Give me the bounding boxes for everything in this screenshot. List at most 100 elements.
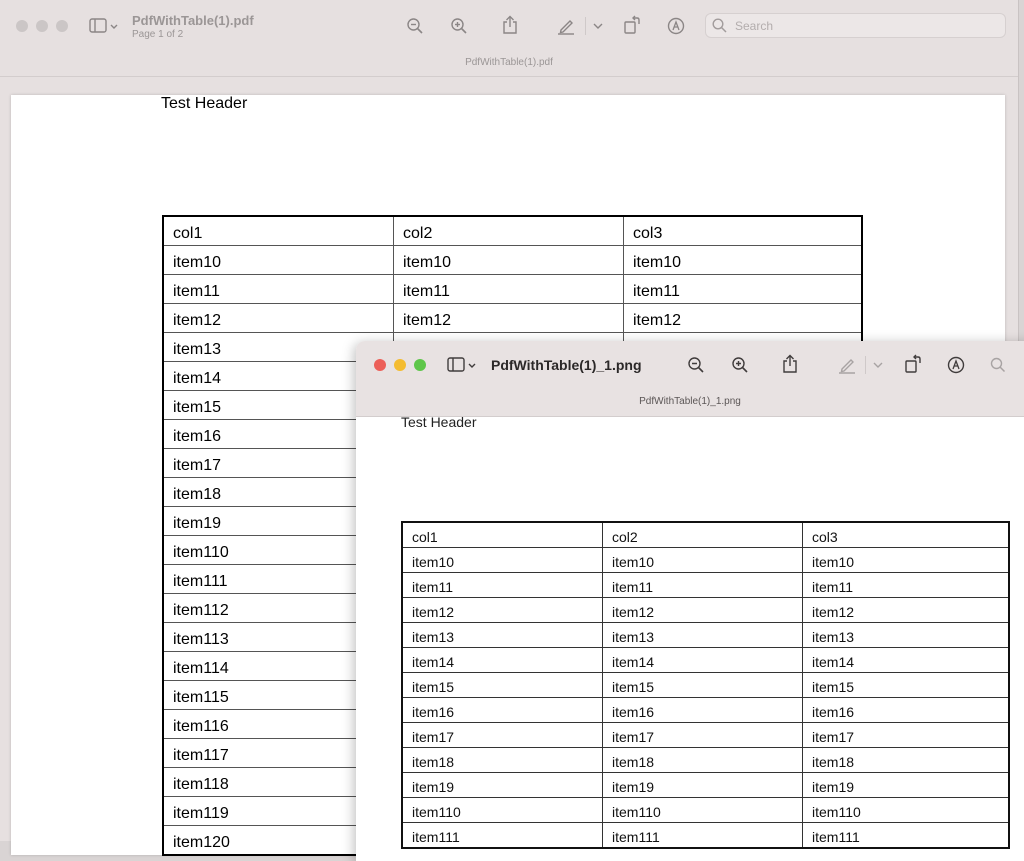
markup-button[interactable] xyxy=(555,15,577,37)
table-cell: item111 xyxy=(602,822,803,849)
table-cell: item11 xyxy=(393,274,624,304)
table-header-row: col1 col2 col3 xyxy=(401,521,1010,548)
table-row: item18 item18 item18 xyxy=(401,747,1010,773)
table-header-cell: col3 xyxy=(802,521,1010,548)
share-button[interactable] xyxy=(499,14,521,36)
share-button[interactable] xyxy=(779,353,801,375)
table-cell: item13 xyxy=(802,622,1010,648)
table-cell: item10 xyxy=(602,547,803,573)
table-row: item11 item11 item11 xyxy=(162,274,863,304)
annotate-circle-icon xyxy=(667,17,685,35)
sidebar-toggle-button[interactable] xyxy=(88,15,120,37)
table-cell: item16 xyxy=(802,697,1010,723)
zoom-out-icon xyxy=(407,18,423,34)
toolbar-separator xyxy=(0,76,1018,77)
zoom-out-button[interactable] xyxy=(685,354,707,376)
table-cell: item13 xyxy=(602,622,803,648)
document-caption: PdfWithTable(1).pdf xyxy=(465,57,553,68)
table-cell: item19 xyxy=(401,772,603,798)
sidebar-toggle-button[interactable] xyxy=(446,354,478,376)
chevron-down-icon xyxy=(873,362,883,368)
search-icon xyxy=(990,357,1006,373)
markup-menu-button[interactable] xyxy=(589,15,607,37)
table-cell: item110 xyxy=(802,797,1010,823)
table-row: item11 item11 item11 xyxy=(401,572,1010,598)
page-indicator: Page 1 of 2 xyxy=(132,29,184,40)
markup-pen-icon xyxy=(558,20,574,35)
png-window-toolbar: PdfWithTable(1)_1.png PdfWithTable(1)_1.… xyxy=(356,341,1024,417)
close-button[interactable] xyxy=(16,20,28,32)
zoom-out-icon xyxy=(688,357,704,373)
zoom-out-button[interactable] xyxy=(404,15,426,37)
table-cell: item14 xyxy=(802,647,1010,673)
table-row: item15 item15 item15 xyxy=(401,672,1010,698)
table-header-cell: col1 xyxy=(162,215,394,246)
search-field[interactable] xyxy=(705,13,1006,38)
annotate-button[interactable] xyxy=(665,15,687,37)
table-cell: item18 xyxy=(401,747,603,773)
pdf-title-block: PdfWithTable(1).pdf Page 1 of 2 xyxy=(132,13,254,40)
minimize-button[interactable] xyxy=(36,20,48,32)
window-controls xyxy=(374,359,426,371)
table-cell: item11 xyxy=(401,572,603,598)
table-row: item17 item17 item17 xyxy=(401,722,1010,748)
sidebar-icon xyxy=(447,357,476,372)
table-cell: item17 xyxy=(802,722,1010,748)
table-cell: item12 xyxy=(162,303,394,333)
table-cell: item110 xyxy=(602,797,803,823)
zoom-in-button[interactable] xyxy=(448,15,470,37)
pdf-window-toolbar: PdfWithTable(1).pdf Page 1 of 2 xyxy=(0,0,1018,52)
minimize-button[interactable] xyxy=(394,359,406,371)
table-cell: item11 xyxy=(623,274,863,304)
table-cell: item19 xyxy=(602,772,803,798)
annotate-circle-icon xyxy=(947,356,965,374)
table-header-cell: col1 xyxy=(401,521,603,548)
zoom-in-icon xyxy=(451,18,467,34)
rotate-button[interactable] xyxy=(621,14,643,36)
data-table: col1 col2 col3 item10 item10 item10 item11 item… xyxy=(401,521,1010,849)
table-cell: item14 xyxy=(602,647,803,673)
page-header-text: Test Header xyxy=(161,95,248,112)
search-icon xyxy=(712,18,727,33)
zoom-button[interactable] xyxy=(56,20,68,32)
markup-button[interactable] xyxy=(836,354,858,376)
zoom-button[interactable] xyxy=(414,359,426,371)
table-cell: item12 xyxy=(393,303,624,333)
table-cell: item10 xyxy=(401,547,603,573)
table-cell: item16 xyxy=(602,697,803,723)
sidebar-icon xyxy=(89,18,118,33)
rotate-button[interactable] xyxy=(902,353,924,375)
table-cell: item16 xyxy=(401,697,603,723)
search-button[interactable] xyxy=(987,354,1009,376)
markup-pen-icon xyxy=(839,359,855,374)
table-cell: item11 xyxy=(802,572,1010,598)
png-image-view: Test Header col1 col2 col3 item10 item10 item… xyxy=(356,414,1024,861)
table-cell: item19 xyxy=(802,772,1010,798)
table-row: item13 item13 item13 xyxy=(401,622,1010,648)
table-cell: item13 xyxy=(401,622,603,648)
annotate-button[interactable] xyxy=(945,354,967,376)
table-header-cell: col2 xyxy=(393,215,624,246)
table-row: item16 item16 item16 xyxy=(401,697,1010,723)
table-cell: item15 xyxy=(802,672,1010,698)
table-cell: item12 xyxy=(602,597,803,623)
close-button[interactable] xyxy=(374,359,386,371)
table-row: item10 item10 item10 xyxy=(162,245,863,275)
zoom-in-icon xyxy=(732,357,748,373)
table-cell: item18 xyxy=(802,747,1010,773)
table-cell: item17 xyxy=(401,722,603,748)
document-title: PdfWithTable(1).pdf xyxy=(132,13,254,28)
table-cell: item18 xyxy=(602,747,803,773)
zoom-in-button[interactable] xyxy=(729,354,751,376)
table-cell: item15 xyxy=(401,672,603,698)
table-cell: item110 xyxy=(401,797,603,823)
table-cell: item12 xyxy=(802,597,1010,623)
share-icon xyxy=(503,15,517,34)
search-input[interactable] xyxy=(733,17,987,34)
table-header-cell: col2 xyxy=(602,521,803,548)
table-cell: item14 xyxy=(401,647,603,673)
table-row: item12 item12 item12 xyxy=(162,303,863,333)
table-cell: item11 xyxy=(162,274,394,304)
markup-menu-button[interactable] xyxy=(869,354,887,376)
rotate-icon xyxy=(905,354,921,373)
